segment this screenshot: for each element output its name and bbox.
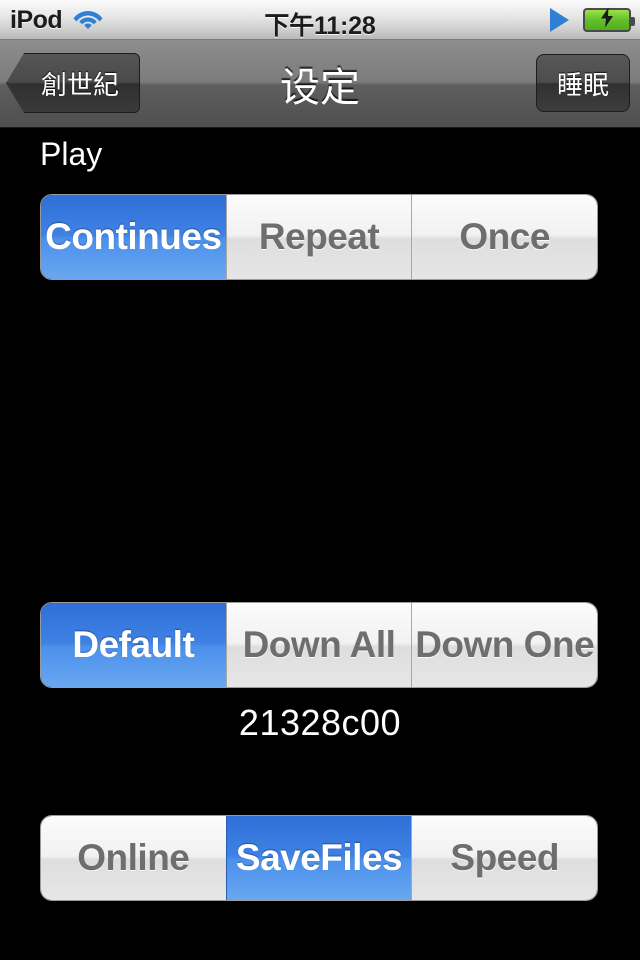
status-bar-right [550,0,635,40]
download-mode-segmented-control[interactable]: Default Down All Down One [40,602,598,688]
back-button-label: 創世紀 [41,69,120,100]
segment-online[interactable]: Online [41,816,226,900]
segment-default[interactable]: Default [41,603,226,687]
navigation-bar: 设定 創世紀 睡眠 [0,40,640,128]
storage-mode-segmented-control[interactable]: Online SaveFiles Speed [40,815,598,901]
segment-once[interactable]: Once [411,195,597,279]
lightning-bolt-icon [600,7,614,33]
battery-charging-icon [583,7,635,33]
play-mode-segmented-control[interactable]: Continues Repeat Once [40,194,598,280]
sleep-button[interactable]: 睡眠 [535,54,630,112]
segment-down-one[interactable]: Down One [411,603,597,687]
settings-content: Play Continues Repeat Once Default Down … [0,128,640,960]
play-triangle-icon [550,8,569,32]
app-screen: iPod 下午11:28 设定 創世紀 睡眠 Play Continues Re… [0,0,640,960]
hash-value-label: 21328c00 [238,702,402,743]
segment-continues[interactable]: Continues [41,195,226,279]
segment-down-all[interactable]: Down All [225,603,412,687]
segment-savefiles[interactable]: SaveFiles [225,816,412,900]
status-bar: iPod 下午11:28 [0,0,640,40]
sleep-button-label: 睡眠 [556,69,609,100]
segment-speed[interactable]: Speed [411,816,597,900]
status-bar-clock: 下午11:28 [264,12,376,40]
back-button[interactable]: 創世紀 [6,53,141,113]
segment-repeat[interactable]: Repeat [225,195,412,279]
play-section-label: Play [40,136,103,172]
